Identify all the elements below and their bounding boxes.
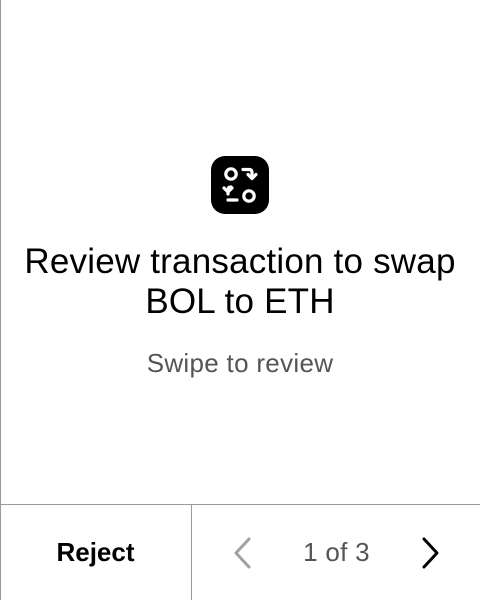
chevron-left-icon	[234, 537, 251, 569]
previous-page-button[interactable]	[223, 535, 263, 571]
swap-icon	[211, 156, 269, 214]
review-content: Review transaction to swap BOL to ETH Sw…	[0, 0, 480, 504]
pager: 1 of 3	[193, 505, 480, 600]
reject-button[interactable]: Reject	[0, 505, 192, 600]
chevron-right-icon	[422, 537, 439, 569]
next-page-button[interactable]	[410, 535, 450, 571]
swipe-hint: Swipe to review	[146, 348, 334, 378]
footer-bar: Reject 1 of 3	[0, 504, 480, 600]
page-indicator: 1 of 3	[303, 537, 370, 567]
page-title: Review transaction to swap BOL to ETH	[24, 242, 456, 321]
